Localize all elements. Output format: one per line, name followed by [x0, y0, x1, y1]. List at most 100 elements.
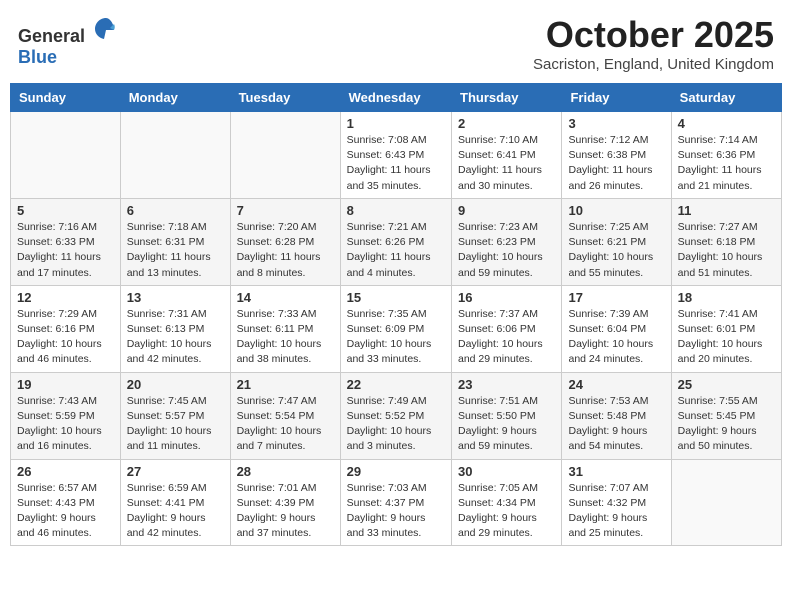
- day-number: 23: [458, 377, 555, 392]
- table-row: 3 Sunrise: 7:12 AM Sunset: 6:38 PM Daylig…: [562, 112, 671, 199]
- day-info: Sunrise: 7:18 AM Sunset: 6:31 PM Dayligh…: [127, 220, 224, 281]
- week-row-3: 12 Sunrise: 7:29 AM Sunset: 6:16 PM Dayli…: [11, 285, 782, 372]
- week-row-1: 1Sunrise: 7:08 AM Sunset: 6:43 PM Daylig…: [11, 112, 782, 199]
- day-info: Sunrise: 7:41 AM Sunset: 6:01 PM Dayligh…: [678, 307, 775, 368]
- table-row: 4 Sunrise: 7:14 AM Sunset: 6:36 PM Daylig…: [671, 112, 781, 199]
- table-row: 22Sunrise: 7:49 AM Sunset: 5:52 PM Dayli…: [340, 372, 451, 459]
- table-row: 13 Sunrise: 7:31 AM Sunset: 6:13 PM Dayli…: [120, 285, 230, 372]
- table-row: [120, 112, 230, 199]
- day-info: Sunrise: 7:16 AM Sunset: 6:33 PM Dayligh…: [17, 220, 114, 281]
- table-row: 6 Sunrise: 7:18 AM Sunset: 6:31 PM Daylig…: [120, 198, 230, 285]
- day-info: Sunrise: 7:01 AM Sunset: 4:39 PM Dayligh…: [237, 481, 334, 542]
- logo-text-blue: Blue: [18, 47, 57, 67]
- day-info: Sunrise: 7:20 AM Sunset: 6:28 PM Dayligh…: [237, 220, 334, 281]
- day-number: 24: [568, 377, 664, 392]
- col-thursday: Thursday: [452, 84, 562, 112]
- day-number: 17: [568, 290, 664, 305]
- day-number: 15: [347, 290, 445, 305]
- day-info: Sunrise: 7:33 AM Sunset: 6:11 PM Dayligh…: [237, 307, 334, 368]
- day-info: Sunrise: 7:45 AM Sunset: 5:57 PM Dayligh…: [127, 394, 224, 455]
- table-row: 20 Sunrise: 7:45 AM Sunset: 5:57 PM Dayli…: [120, 372, 230, 459]
- week-row-5: 26Sunrise: 6:57 AM Sunset: 4:43 PM Dayli…: [11, 459, 782, 546]
- day-number: 5: [17, 203, 114, 218]
- day-number: 8: [347, 203, 445, 218]
- day-number: 25: [678, 377, 775, 392]
- day-number: 30: [458, 464, 555, 479]
- table-row: 21 Sunrise: 7:47 AM Sunset: 5:54 PM Dayli…: [230, 372, 340, 459]
- table-row: 9Sunrise: 7:23 AM Sunset: 6:23 PM Daylig…: [452, 198, 562, 285]
- day-info: Sunrise: 7:37 AM Sunset: 6:06 PM Dayligh…: [458, 307, 555, 368]
- day-info: Sunrise: 6:57 AM Sunset: 4:43 PM Dayligh…: [17, 481, 114, 542]
- day-info: Sunrise: 7:23 AM Sunset: 6:23 PM Dayligh…: [458, 220, 555, 281]
- col-wednesday: Wednesday: [340, 84, 451, 112]
- table-row: 31Sunrise: 7:07 AM Sunset: 4:32 PM Dayli…: [562, 459, 671, 546]
- table-row: [230, 112, 340, 199]
- day-info: Sunrise: 7:43 AM Sunset: 5:59 PM Dayligh…: [17, 394, 114, 455]
- day-number: 10: [568, 203, 664, 218]
- table-row: 26Sunrise: 6:57 AM Sunset: 4:43 PM Dayli…: [11, 459, 121, 546]
- col-tuesday: Tuesday: [230, 84, 340, 112]
- day-number: 4: [678, 116, 775, 131]
- title-area: October 2025 Sacriston, England, United …: [533, 14, 774, 73]
- table-row: 5 Sunrise: 7:16 AM Sunset: 6:33 PM Daylig…: [11, 198, 121, 285]
- table-row: 19 Sunrise: 7:43 AM Sunset: 5:59 PM Dayli…: [11, 372, 121, 459]
- day-info: Sunrise: 7:29 AM Sunset: 6:16 PM Dayligh…: [17, 307, 114, 368]
- calendar: Sunday Monday Tuesday Wednesday Thursday…: [10, 83, 782, 546]
- day-number: 27: [127, 464, 224, 479]
- day-number: 19: [17, 377, 114, 392]
- table-row: 17 Sunrise: 7:39 AM Sunset: 6:04 PM Dayli…: [562, 285, 671, 372]
- day-number: 11: [678, 203, 775, 218]
- header: General Blue October 2025 Sacriston, Eng…: [10, 10, 782, 77]
- day-number: 20: [127, 377, 224, 392]
- day-number: 28: [237, 464, 334, 479]
- logo-text-general: General: [18, 26, 85, 46]
- day-info: Sunrise: 7:21 AM Sunset: 6:26 PM Dayligh…: [347, 220, 445, 281]
- col-monday: Monday: [120, 84, 230, 112]
- day-info: Sunrise: 7:31 AM Sunset: 6:13 PM Dayligh…: [127, 307, 224, 368]
- table-row: 15 Sunrise: 7:35 AM Sunset: 6:09 PM Dayli…: [340, 285, 451, 372]
- table-row: 18Sunrise: 7:41 AM Sunset: 6:01 PM Dayli…: [671, 285, 781, 372]
- day-info: Sunrise: 7:55 AM Sunset: 5:45 PM Dayligh…: [678, 394, 775, 455]
- day-number: 12: [17, 290, 114, 305]
- table-row: 16 Sunrise: 7:37 AM Sunset: 6:06 PM Dayli…: [452, 285, 562, 372]
- day-info: Sunrise: 7:10 AM Sunset: 6:41 PM Dayligh…: [458, 133, 555, 194]
- day-info: Sunrise: 7:39 AM Sunset: 6:04 PM Dayligh…: [568, 307, 664, 368]
- day-info: Sunrise: 7:47 AM Sunset: 5:54 PM Dayligh…: [237, 394, 334, 455]
- day-info: Sunrise: 7:27 AM Sunset: 6:18 PM Dayligh…: [678, 220, 775, 281]
- week-row-4: 19 Sunrise: 7:43 AM Sunset: 5:59 PM Dayli…: [11, 372, 782, 459]
- day-info: Sunrise: 7:35 AM Sunset: 6:09 PM Dayligh…: [347, 307, 445, 368]
- day-info: Sunrise: 7:03 AM Sunset: 4:37 PM Dayligh…: [347, 481, 445, 542]
- day-number: 16: [458, 290, 555, 305]
- day-number: 22: [347, 377, 445, 392]
- subtitle: Sacriston, England, United Kingdom: [533, 56, 774, 73]
- day-number: 3: [568, 116, 664, 131]
- day-number: 13: [127, 290, 224, 305]
- logo-icon: [92, 14, 120, 42]
- table-row: 11 Sunrise: 7:27 AM Sunset: 6:18 PM Dayli…: [671, 198, 781, 285]
- col-sunday: Sunday: [11, 84, 121, 112]
- day-number: 29: [347, 464, 445, 479]
- table-row: 24Sunrise: 7:53 AM Sunset: 5:48 PM Dayli…: [562, 372, 671, 459]
- day-info: Sunrise: 7:05 AM Sunset: 4:34 PM Dayligh…: [458, 481, 555, 542]
- day-info: Sunrise: 7:51 AM Sunset: 5:50 PM Dayligh…: [458, 394, 555, 455]
- header-row: Sunday Monday Tuesday Wednesday Thursday…: [11, 84, 782, 112]
- col-saturday: Saturday: [671, 84, 781, 112]
- day-number: 21: [237, 377, 334, 392]
- table-row: 2Sunrise: 7:10 AM Sunset: 6:41 PM Daylig…: [452, 112, 562, 199]
- col-friday: Friday: [562, 84, 671, 112]
- day-number: 31: [568, 464, 664, 479]
- table-row: 14Sunrise: 7:33 AM Sunset: 6:11 PM Dayli…: [230, 285, 340, 372]
- day-info: Sunrise: 7:12 AM Sunset: 6:38 PM Dayligh…: [568, 133, 664, 194]
- table-row: [671, 459, 781, 546]
- day-number: 6: [127, 203, 224, 218]
- table-row: [11, 112, 121, 199]
- table-row: 30 Sunrise: 7:05 AM Sunset: 4:34 PM Dayli…: [452, 459, 562, 546]
- day-info: Sunrise: 7:14 AM Sunset: 6:36 PM Dayligh…: [678, 133, 775, 194]
- week-row-2: 5 Sunrise: 7:16 AM Sunset: 6:33 PM Daylig…: [11, 198, 782, 285]
- table-row: 29 Sunrise: 7:03 AM Sunset: 4:37 PM Dayli…: [340, 459, 451, 546]
- table-row: 27Sunrise: 6:59 AM Sunset: 4:41 PM Dayli…: [120, 459, 230, 546]
- month-title: October 2025: [533, 14, 774, 56]
- table-row: 10Sunrise: 7:25 AM Sunset: 6:21 PM Dayli…: [562, 198, 671, 285]
- table-row: 25 Sunrise: 7:55 AM Sunset: 5:45 PM Dayli…: [671, 372, 781, 459]
- table-row: 23 Sunrise: 7:51 AM Sunset: 5:50 PM Dayli…: [452, 372, 562, 459]
